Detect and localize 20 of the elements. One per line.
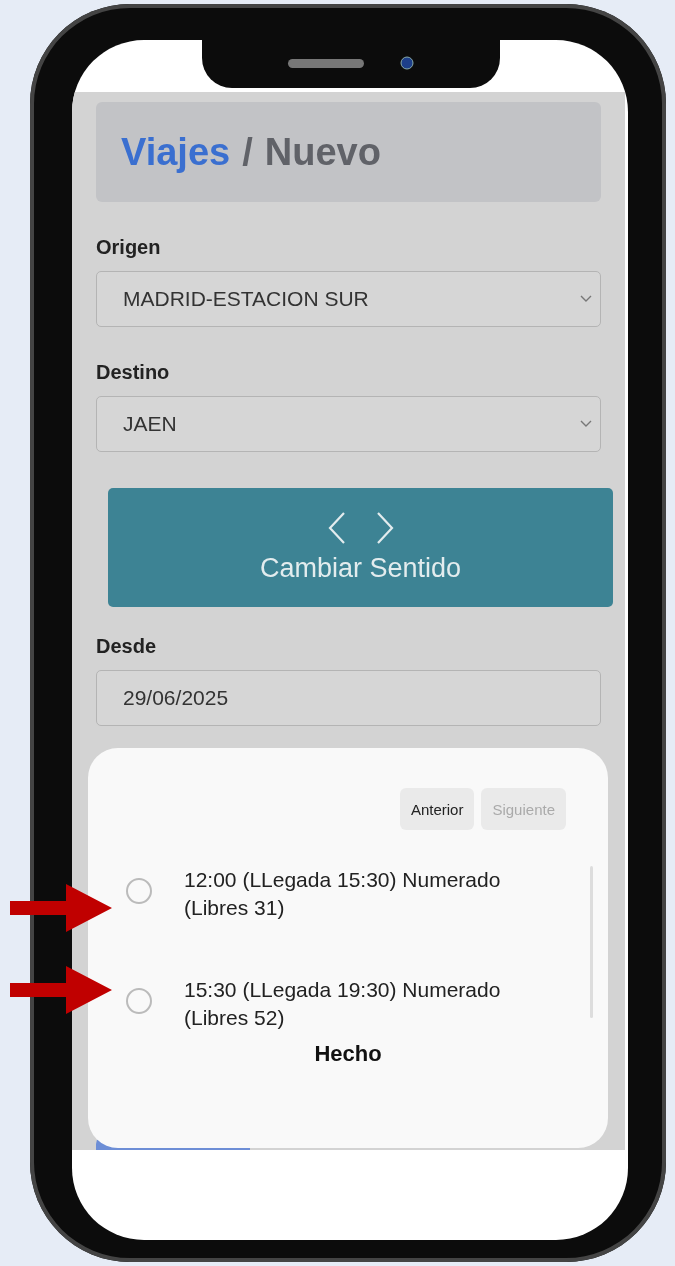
field-label: Destino (96, 361, 171, 384)
previous-button[interactable]: Anterior (399, 788, 475, 830)
breadcrumb-current: Nuevo (264, 130, 381, 174)
chevron-down-icon (580, 420, 592, 428)
field-label: Origen (96, 236, 162, 259)
camera-icon (400, 56, 414, 70)
option-label[interactable]: 12:00 (LLegada 15:30) Numerado (Libres 31) (184, 866, 544, 922)
done-button[interactable]: Hecho (308, 1040, 388, 1068)
select-field[interactable]: MADRID-ESTACION SUR (96, 271, 601, 327)
select-field[interactable]: JAEN (96, 396, 601, 452)
swap-button[interactable]: Cambiar Sentido (108, 488, 613, 607)
breadcrumb-separator: / (242, 130, 253, 174)
field-label: Desde (96, 635, 158, 658)
date-field[interactable]: 29/06/2025 (96, 670, 601, 726)
radio-button[interactable] (126, 988, 152, 1014)
option-label[interactable]: 15:30 (LLegada 19:30) Numerado (Libres 52) (184, 976, 544, 1032)
radio-button[interactable] (126, 878, 152, 904)
left-right-chevrons-icon (327, 511, 394, 545)
speaker-icon (288, 58, 364, 68)
chevron-down-icon (580, 295, 592, 303)
